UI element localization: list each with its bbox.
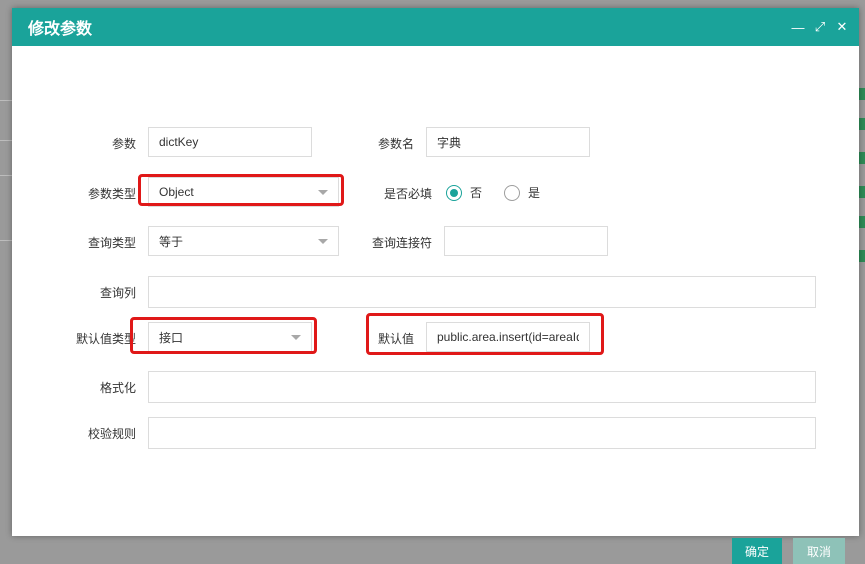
dialog-titlebar[interactable]: 修改参数 — ⤢ ✕ — [12, 8, 859, 46]
default-type-value: 接口 — [159, 330, 184, 345]
background-cell — [859, 152, 865, 164]
background-cell — [859, 118, 865, 130]
required-label: 是否必填 — [383, 187, 432, 201]
required-no-option[interactable]: 否 — [446, 184, 482, 201]
dialog-title: 修改参数 — [28, 21, 93, 38]
param-type-select[interactable]: Object — [148, 177, 339, 207]
param-type-label: 参数类型 — [87, 187, 136, 201]
window-controls: — ⤢ ✕ — [789, 18, 859, 36]
edit-param-dialog: 修改参数 — ⤢ ✕ 参数 dictKey 参数名 字典 参数类型 Object… — [12, 8, 859, 564]
background-cell — [859, 186, 865, 198]
query-conn-input[interactable] — [444, 226, 608, 256]
background-cell — [859, 88, 865, 100]
radio-unchecked-icon[interactable] — [504, 184, 520, 201]
query-conn-label: 查询连接符 — [371, 236, 432, 250]
ok-button[interactable]: 确定 — [732, 538, 782, 564]
default-type-select[interactable]: 接口 — [148, 322, 312, 352]
validate-input[interactable] — [148, 417, 816, 449]
background-line — [0, 140, 12, 141]
background-cell — [859, 216, 865, 228]
required-no-text: 否 — [470, 186, 483, 200]
default-value-text: public.area.insert(id=areaId) — [437, 330, 579, 344]
default-type-label: 默认值类型 — [75, 332, 136, 346]
param-input-value: dictKey — [159, 135, 199, 149]
query-col-input[interactable] — [148, 276, 816, 308]
param-name-input[interactable]: 字典 — [426, 127, 590, 157]
cancel-button[interactable]: 取消 — [793, 538, 845, 564]
background-line — [0, 240, 12, 241]
param-type-value: Object — [159, 185, 194, 199]
chevron-down-icon — [318, 238, 328, 244]
param-name-input-value: 字典 — [437, 135, 462, 150]
required-yes-text: 是 — [528, 186, 541, 200]
format-label: 格式化 — [99, 381, 136, 395]
param-label: 参数 — [111, 137, 136, 151]
default-value-label: 默认值 — [377, 332, 414, 346]
required-yes-option[interactable]: 是 — [504, 184, 540, 201]
close-icon[interactable]: ✕ — [833, 18, 851, 36]
param-name-label: 参数名 — [377, 137, 414, 151]
query-type-select[interactable]: 等于 — [148, 226, 339, 256]
background-line — [0, 175, 12, 176]
chevron-down-icon — [318, 189, 328, 195]
query-col-label: 查询列 — [99, 286, 136, 300]
minimize-icon[interactable]: — — [789, 18, 807, 36]
format-input[interactable] — [148, 371, 816, 403]
chevron-down-icon — [291, 334, 301, 340]
background-cell — [859, 250, 865, 262]
query-type-label: 查询类型 — [87, 236, 136, 250]
validate-label: 校验规则 — [87, 427, 136, 441]
param-input[interactable]: dictKey — [148, 127, 312, 157]
watermark: CSDN @王念111 — [748, 515, 851, 530]
radio-checked-icon[interactable] — [446, 184, 462, 201]
default-value-input[interactable]: public.area.insert(id=areaId) — [426, 322, 590, 352]
query-type-value: 等于 — [159, 234, 184, 249]
background-line — [0, 100, 12, 101]
maximize-icon[interactable]: ⤢ — [811, 18, 829, 36]
